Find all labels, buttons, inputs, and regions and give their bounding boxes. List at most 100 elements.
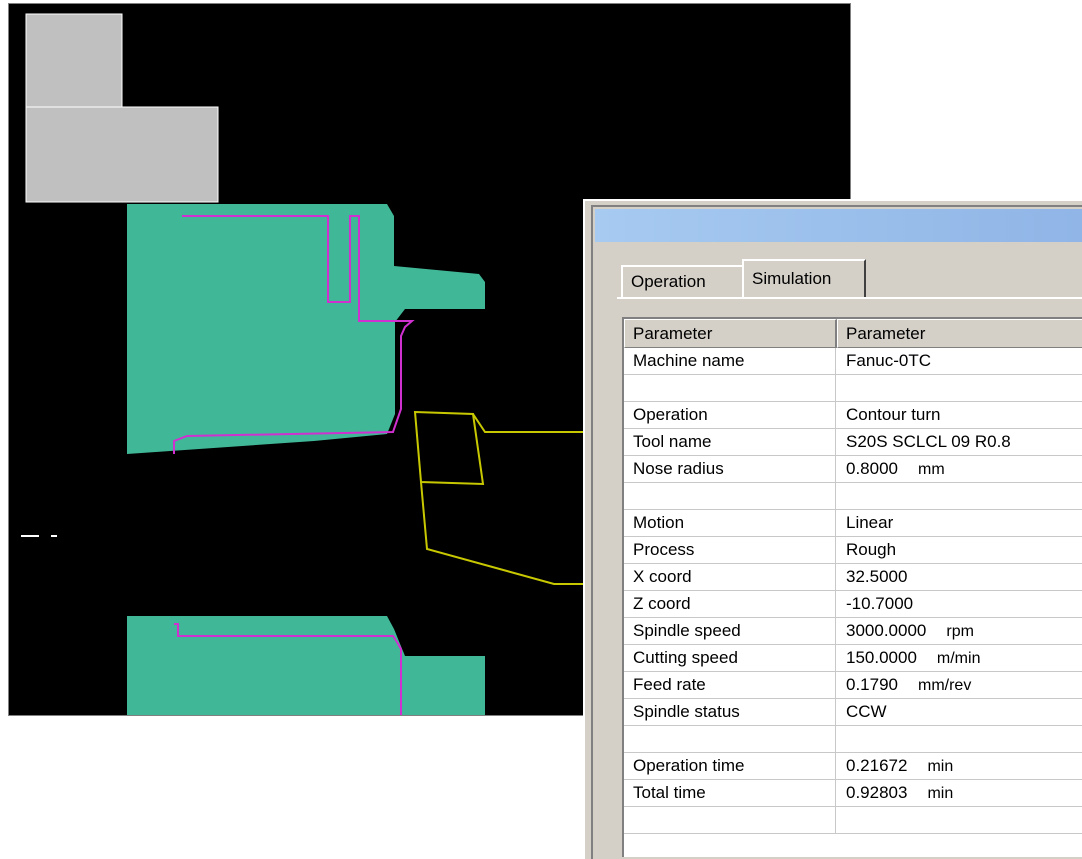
parameter-value-cell: 0.8000 mm — [846, 456, 1082, 482]
tab-operation-label: Operation — [631, 272, 706, 291]
column-divider — [835, 429, 836, 455]
table-row[interactable]: Machine name Fanuc-0TC — [624, 348, 1082, 375]
parameter-value-cell: 0.92803 min — [846, 780, 1082, 806]
parameter-name: Tool name — [633, 432, 712, 451]
column-header-parameter[interactable]: Parameter — [624, 319, 837, 348]
column-divider — [835, 672, 836, 698]
parameter-name: Nose radius — [633, 459, 724, 478]
workpiece-lower — [127, 616, 485, 715]
parameter-name: Operation — [633, 405, 708, 424]
parameter-name: Motion — [633, 513, 685, 532]
table-row[interactable]: Process Rough — [624, 537, 1082, 564]
parameter-name: Feed rate — [633, 675, 706, 694]
column-divider — [835, 348, 836, 374]
table-row[interactable] — [624, 375, 1082, 402]
parameter-value-cell — [846, 807, 1082, 833]
column-divider — [835, 402, 836, 428]
window-title-bar[interactable] — [595, 209, 1082, 242]
parameter-name: Operation time — [633, 756, 745, 775]
parameter-name: X coord — [633, 567, 692, 586]
table-row[interactable]: Spindle status CCW — [624, 699, 1082, 726]
column-header-label: Parameter — [846, 324, 926, 343]
parameter-value: S20S SCLCL 09 R0.8 — [846, 432, 1011, 451]
table-row[interactable]: Motion Linear — [624, 510, 1082, 537]
parameter-unit: rpm — [946, 623, 974, 640]
parameter-name: Total time — [633, 783, 706, 802]
parameter-value-cell — [846, 726, 1082, 752]
parameters-window: Operation Simulation Parameter Parameter… — [583, 199, 1082, 859]
parameter-value-cell: Contour turn — [846, 402, 1082, 428]
table-row[interactable]: Z coord -10.7000 — [624, 591, 1082, 618]
column-divider — [835, 456, 836, 482]
table-row[interactable] — [624, 807, 1082, 834]
parameter-value: 32.5000 — [846, 567, 908, 586]
chuck-jaw — [25, 13, 219, 203]
parameter-value: CCW — [846, 702, 887, 721]
parameter-unit: m/min — [936, 650, 981, 667]
parameter-value-cell: Linear — [846, 510, 1082, 536]
table-body: Machine name Fanuc-0TC Operation Contour tu… — [624, 348, 1082, 834]
parameter-value-cell: 0.21672 min — [846, 753, 1082, 779]
parameter-unit: mm — [918, 461, 945, 478]
parameter-value-cell: -10.7000 — [846, 591, 1082, 617]
table-row[interactable]: Operation Contour turn — [624, 402, 1082, 429]
parameter-value: Rough — [846, 540, 897, 559]
table-row[interactable]: Total time 0.92803 min — [624, 780, 1082, 807]
parameter-unit: min — [927, 758, 954, 775]
parameter-unit: min — [927, 785, 954, 802]
tool-insert — [413, 410, 485, 486]
parameter-value-cell: 3000.0000 rpm — [846, 618, 1082, 644]
parameter-value-cell: S20S SCLCL 09 R0.8 — [846, 429, 1082, 455]
column-divider — [835, 618, 836, 644]
column-header-value[interactable]: Parameter — [837, 319, 1082, 348]
column-divider — [835, 753, 836, 779]
parameter-value: Fanuc-0TC — [846, 351, 932, 370]
column-divider — [835, 726, 836, 752]
column-divider — [835, 645, 836, 671]
parameter-name: Machine name — [633, 351, 745, 370]
column-header-label: Parameter — [633, 324, 713, 343]
parameter-name — [633, 807, 833, 833]
parameter-value: 0.21672 — [846, 756, 908, 775]
table-row[interactable] — [624, 483, 1082, 510]
parameter-unit: mm/rev — [918, 677, 972, 694]
table-row[interactable]: Spindle speed 3000.0000 rpm — [624, 618, 1082, 645]
parameter-name: Z coord — [633, 594, 691, 613]
column-divider — [835, 591, 836, 617]
parameter-value: 0.1790 — [846, 675, 898, 694]
parameter-value-cell — [846, 483, 1082, 509]
parameter-value-cell — [846, 375, 1082, 401]
parameter-value-cell: Rough — [846, 537, 1082, 563]
parameter-name — [633, 483, 833, 509]
parameter-value-cell: 150.0000 m/min — [846, 645, 1082, 671]
column-divider — [835, 699, 836, 725]
parameter-value: 0.92803 — [846, 783, 908, 802]
tab-simulation-label: Simulation — [752, 269, 832, 288]
parameter-name — [633, 375, 833, 401]
column-divider — [835, 537, 836, 563]
table-row[interactable]: Feed rate 0.1790 mm/rev — [624, 672, 1082, 699]
column-divider — [835, 483, 836, 509]
workpiece-upper — [127, 204, 485, 454]
tab-operation[interactable]: Operation — [621, 265, 743, 298]
parameter-name: Spindle speed — [633, 621, 741, 640]
parameter-name: Process — [633, 540, 695, 559]
parameter-name: Spindle status — [633, 702, 740, 721]
column-divider — [835, 564, 836, 590]
parameter-value: 150.0000 — [846, 648, 917, 667]
table-row[interactable]: Cutting speed 150.0000 m/min — [624, 645, 1082, 672]
table-row[interactable]: X coord 32.5000 — [624, 564, 1082, 591]
tab-simulation[interactable]: Simulation — [742, 259, 866, 297]
table-row[interactable]: Tool name S20S SCLCL 09 R0.8 — [624, 429, 1082, 456]
parameter-value-cell: Fanuc-0TC — [846, 348, 1082, 374]
table-row[interactable]: Nose radius 0.8000 mm — [624, 456, 1082, 483]
table-row[interactable] — [624, 726, 1082, 753]
parameter-value: Contour turn — [846, 405, 941, 424]
parameter-value-cell: 32.5000 — [846, 564, 1082, 590]
parameter-name: Cutting speed — [633, 648, 738, 667]
column-divider — [835, 780, 836, 806]
parameter-table[interactable]: Parameter Parameter Machine name Fanuc-0T… — [622, 317, 1082, 857]
table-row[interactable]: Operation time 0.21672 min — [624, 753, 1082, 780]
column-divider — [835, 510, 836, 536]
tab-panel-border — [617, 297, 1082, 299]
